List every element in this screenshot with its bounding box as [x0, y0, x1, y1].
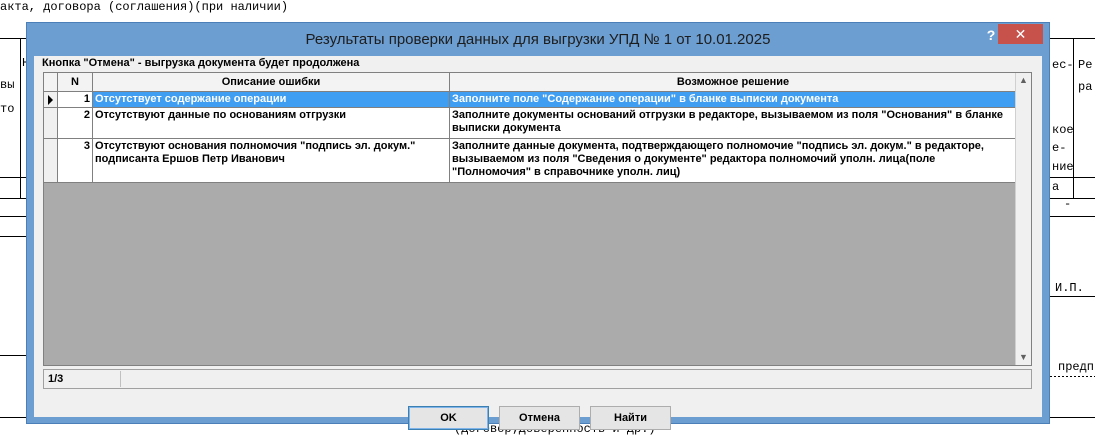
dialog-title: Результаты проверки данных для выгрузки …	[305, 31, 771, 48]
background-heading: акта, договора (соглашения)(при наличии)	[0, 0, 289, 14]
row-description: Отсутствуют данные по основаниям отгрузк…	[93, 108, 450, 138]
background-right-text: ние	[1052, 160, 1074, 174]
background-right-text: кое	[1052, 123, 1074, 137]
table-row[interactable]: 3 Отсутствуют основания полномочия "подп…	[44, 139, 1017, 183]
row-solution: Заполните данные документа, подтверждающ…	[450, 139, 1017, 182]
background-initials: И.П.	[1055, 281, 1084, 295]
background-rule	[1050, 296, 1095, 297]
scroll-up-icon[interactable]: ▲	[1016, 73, 1031, 88]
row-number: 1	[58, 92, 93, 107]
grid-header: N Описание ошибки Возможное решение	[44, 73, 1017, 92]
background-right-text: -	[1064, 197, 1072, 211]
column-header-solution[interactable]: Возможное решение	[450, 73, 1017, 91]
errors-grid[interactable]: N Описание ошибки Возможное решение 1 От…	[43, 72, 1032, 366]
table-row[interactable]: 2 Отсутствуют данные по основаниям отгру…	[44, 108, 1017, 139]
vertical-scrollbar[interactable]: ▲ ▼	[1015, 73, 1031, 365]
row-solution: Заполните поле "Содержание операции" в б…	[450, 92, 1017, 107]
errors-grid-body: N Описание ошибки Возможное решение 1 От…	[44, 73, 1017, 365]
column-header-description[interactable]: Описание ошибки	[93, 73, 450, 91]
background-right-text: ес-	[1052, 58, 1074, 72]
dialog-client-area: Кнопка "Отмена" - выгрузка документа буд…	[34, 56, 1042, 430]
background-right-text: а	[1052, 180, 1060, 194]
row-solution: Заполните документы оснований отгрузки в…	[450, 108, 1017, 138]
dialog-titlebar[interactable]: Результаты проверки данных для выгрузки …	[27, 23, 1049, 56]
row-indicator	[44, 139, 58, 182]
row-description: Отсутствуют основания полномочия "подпис…	[93, 139, 450, 182]
background-right-text: Ре	[1078, 58, 1093, 72]
indicator-column-header	[44, 73, 58, 91]
record-counter: 1/3	[46, 371, 121, 387]
close-button[interactable]: ✕	[998, 24, 1043, 44]
background-left-text: то	[0, 102, 15, 116]
validation-results-dialog: Результаты проверки данных для выгрузки …	[26, 22, 1050, 430]
row-number: 3	[58, 139, 93, 182]
background-right-text: е-	[1052, 141, 1067, 155]
table-row[interactable]: 1 Отсутствует содержание операции Заполн…	[44, 92, 1017, 108]
background-rule	[20, 38, 21, 198]
row-description: Отсутствует содержание операции	[93, 92, 450, 107]
row-indicator-icon	[44, 92, 58, 107]
background-left-text: вы	[0, 78, 15, 92]
background-right-text: предп	[1058, 360, 1095, 374]
row-indicator	[44, 108, 58, 138]
ok-button[interactable]: OK	[408, 406, 489, 430]
grid-status-bar: 1/3	[43, 369, 1032, 389]
row-number: 2	[58, 108, 93, 138]
column-header-n[interactable]: N	[58, 73, 93, 91]
background-rule	[1050, 376, 1095, 377]
cancel-hint-text: Кнопка "Отмена" - выгрузка документа буд…	[42, 57, 360, 69]
scroll-down-icon[interactable]: ▼	[1016, 350, 1031, 365]
cancel-button[interactable]: Отмена	[499, 406, 580, 430]
background-right-text: ра	[1078, 80, 1093, 94]
find-button[interactable]: Найти	[590, 406, 671, 430]
